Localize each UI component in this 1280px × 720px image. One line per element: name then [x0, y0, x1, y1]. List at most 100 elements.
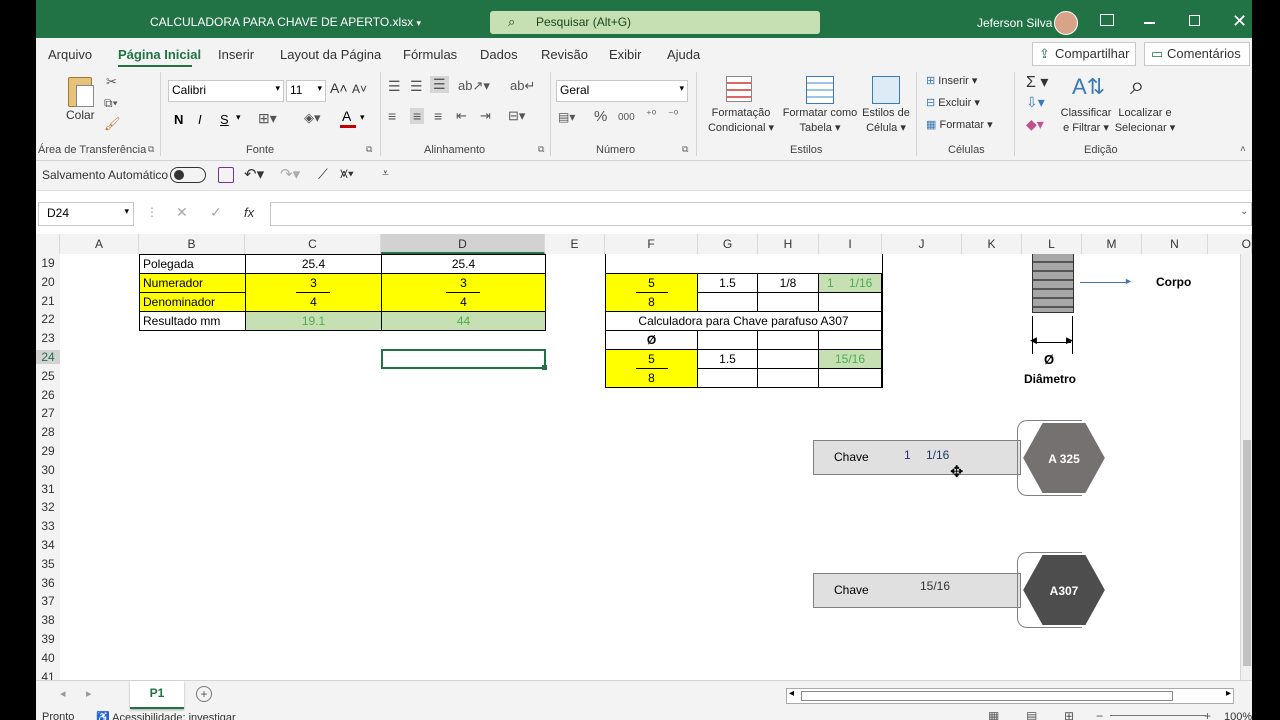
expand-formula-icon[interactable]: ⌄: [1240, 206, 1248, 217]
minimize-icon[interactable]: [1144, 22, 1155, 24]
comments-button[interactable]: ▭ Comentários: [1144, 42, 1250, 66]
format-table-icon[interactable]: [806, 76, 834, 104]
tab-revisao[interactable]: Revisão: [541, 47, 588, 62]
cell-b19[interactable]: Polegada: [139, 254, 246, 274]
tab-pagina-inicial[interactable]: Página Inicial: [118, 47, 201, 62]
shrink-font-icon[interactable]: A˅: [352, 82, 367, 96]
merge-center-icon[interactable]: ⊟▾: [508, 108, 525, 124]
conditional-format-icon[interactable]: [726, 76, 752, 102]
cell-i25[interactable]: [818, 368, 882, 388]
zoom-level[interactable]: 100%: [1224, 711, 1252, 720]
restore-icon[interactable]: [1189, 15, 1200, 26]
fill-color-icon[interactable]: ◈▾: [304, 110, 321, 126]
cell-d22[interactable]: 44: [381, 311, 546, 331]
dialog-launcher-icon[interactable]: ⧉: [682, 144, 688, 155]
cell-f23[interactable]: Ø: [605, 330, 698, 350]
cell-b20[interactable]: Numerador: [139, 273, 246, 293]
cell-g24[interactable]: 1.5: [697, 349, 758, 369]
enter-icon[interactable]: ✓: [210, 204, 222, 221]
format-table-button[interactable]: Formatar como Tabela ▾: [780, 106, 860, 136]
row-header-35[interactable]: 35: [36, 557, 60, 571]
cell-g25[interactable]: [697, 368, 758, 388]
underline-button[interactable]: S: [220, 112, 229, 127]
row-header-21[interactable]: 21: [36, 294, 60, 308]
borders-icon[interactable]: ⊞▾: [258, 110, 277, 127]
col-header-k[interactable]: K: [962, 234, 1022, 254]
sheet-tab-p1[interactable]: P1: [130, 681, 184, 709]
font-color-icon[interactable]: A: [340, 108, 358, 128]
col-header-m[interactable]: M: [1082, 234, 1142, 254]
tab-formulas[interactable]: Fórmulas: [403, 47, 457, 62]
col-header-j[interactable]: J: [882, 234, 962, 254]
sort-filter-button[interactable]: Classificar e Filtrar ▾: [1056, 106, 1116, 136]
cell-g21[interactable]: [697, 292, 758, 312]
bold-button[interactable]: N: [174, 112, 183, 127]
dialog-launcher-icon[interactable]: ⧉: [366, 144, 372, 155]
tab-inserir[interactable]: Inserir: [218, 47, 254, 62]
tab-dados[interactable]: Dados: [480, 47, 518, 62]
cell-g23[interactable]: [697, 330, 758, 350]
row-header-28[interactable]: 28: [36, 425, 60, 439]
undo-icon[interactable]: ↶▾: [244, 165, 264, 183]
insert-function-button[interactable]: fx: [244, 205, 254, 220]
row-header-19[interactable]: 19: [36, 256, 60, 270]
row-header-22[interactable]: 22: [36, 312, 60, 326]
cell-h24[interactable]: [757, 349, 819, 369]
cell-styles-button[interactable]: Estilos de Célula ▾: [856, 106, 916, 136]
wrench-handle-2[interactable]: Chave 15/16: [813, 573, 1021, 608]
row-header-24[interactable]: 24: [36, 350, 60, 364]
user-name[interactable]: Jeferson Silva: [977, 16, 1052, 30]
page-break-icon[interactable]: ⊞: [1064, 709, 1074, 720]
font-name-select[interactable]: Calibri ▾: [168, 80, 284, 102]
col-header-e[interactable]: E: [545, 234, 605, 254]
cell-d20-d21[interactable]: 3 4: [381, 273, 546, 312]
align-right-icon[interactable]: ≡: [434, 108, 442, 124]
prev-sheet-icon[interactable]: ◂: [60, 687, 66, 700]
row-header-20[interactable]: 20: [36, 275, 60, 289]
cell-i24[interactable]: 15/16: [818, 349, 882, 369]
font-size-select[interactable]: 11 ▾: [286, 80, 326, 102]
find-select-button[interactable]: Localizar e Selecionar ▾: [1114, 106, 1176, 136]
search-box[interactable]: ⌕ Pesquisar (Alt+G): [490, 11, 820, 34]
cell-i21[interactable]: [818, 292, 882, 312]
grow-font-icon[interactable]: A˄: [330, 80, 348, 96]
row-header-39[interactable]: 39: [36, 632, 60, 646]
col-header-c[interactable]: C: [245, 234, 381, 254]
number-format-select[interactable]: Geral ▾: [556, 80, 688, 102]
row-header-23[interactable]: 23: [36, 331, 60, 345]
cell-i20[interactable]: 1 1/16: [818, 273, 882, 293]
redo-icon[interactable]: ↷▾: [280, 165, 300, 183]
decrease-indent-icon[interactable]: ⇤: [456, 108, 467, 124]
autosave-toggle[interactable]: [170, 167, 206, 183]
cell-h20[interactable]: 1/8: [757, 273, 819, 293]
sort-filter-icon[interactable]: A⇅: [1072, 74, 1105, 100]
zoom-out-icon[interactable]: −: [1096, 709, 1103, 720]
row-header-25[interactable]: 25: [36, 369, 60, 383]
cancel-icon[interactable]: ✕: [176, 204, 188, 221]
dialog-launcher-icon[interactable]: ⧉: [148, 144, 154, 155]
chart-icon[interactable]: ⟋: [318, 166, 328, 183]
row-header-33[interactable]: 33: [36, 519, 60, 533]
row-header-36[interactable]: 36: [36, 576, 60, 590]
comma-style-icon[interactable]: 000: [618, 112, 635, 123]
autosum-icon[interactable]: Σ ▾: [1026, 72, 1048, 92]
next-sheet-icon[interactable]: ▸: [86, 687, 92, 700]
share-button[interactable]: Compartilhar ⇪: [1032, 42, 1136, 66]
tab-exibir[interactable]: Exibir: [609, 47, 642, 62]
selected-cell-d24[interactable]: [381, 349, 546, 369]
row-header-40[interactable]: 40: [36, 651, 60, 665]
col-header-a[interactable]: A: [60, 234, 139, 254]
cell-c22[interactable]: 19.1: [245, 311, 382, 331]
add-sheet-icon[interactable]: +: [196, 686, 212, 702]
row-header-29[interactable]: 29: [36, 444, 60, 458]
italic-button[interactable]: I: [198, 112, 202, 127]
wrap-text-icon[interactable]: ab↵: [510, 78, 535, 94]
row-header-26[interactable]: 26: [36, 388, 60, 402]
cell-h21[interactable]: [757, 292, 819, 312]
col-header-i[interactable]: I: [819, 234, 882, 254]
col-header-f[interactable]: F: [605, 234, 698, 254]
row-header-30[interactable]: 30: [36, 463, 60, 477]
tab-ajuda[interactable]: Ajuda: [667, 47, 700, 62]
align-bottom-icon[interactable]: ☰: [430, 76, 449, 93]
fill-handle[interactable]: [542, 365, 547, 370]
